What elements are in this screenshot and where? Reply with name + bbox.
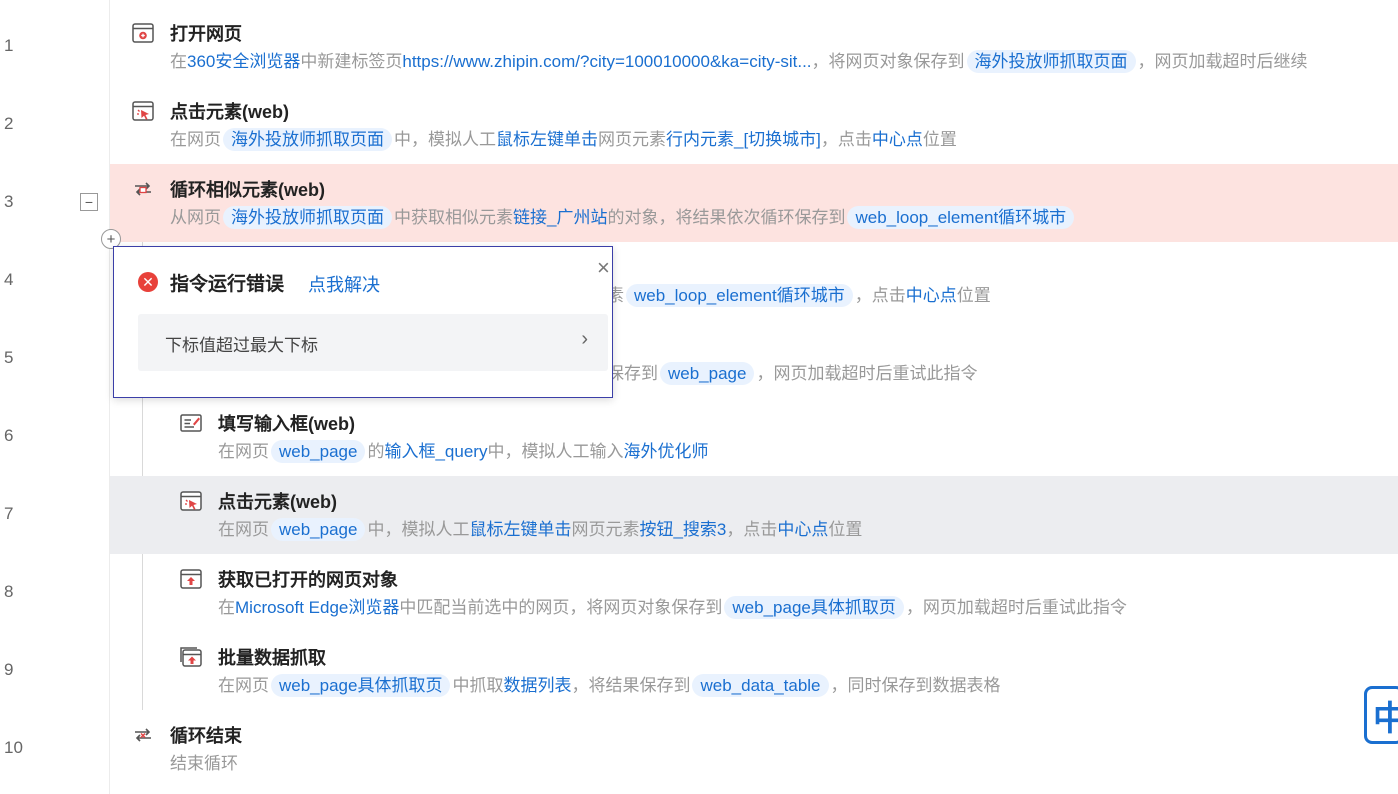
flow-step-loop-end[interactable]: 循环结束 结束循环: [110, 710, 1398, 788]
line-number: 4: [4, 270, 14, 289]
line-number: 3: [4, 192, 14, 211]
error-title: 指令运行错误: [170, 274, 285, 295]
url-param: https://www.zhipin.com/?city=100010000&k…: [402, 52, 812, 71]
variable-chip[interactable]: web_page具体抓取页: [724, 596, 904, 619]
variable-chip[interactable]: web_data_table: [692, 674, 829, 697]
element-param[interactable]: 链接_广州站: [513, 208, 607, 227]
browser-name: Microsoft Edge浏览器: [235, 598, 400, 617]
step-title: 填写输入框(web): [218, 414, 355, 434]
fix-error-link[interactable]: 点我解决: [308, 271, 380, 297]
line-number: 9: [4, 660, 14, 679]
step-title: 批量数据抓取: [218, 648, 326, 668]
line-number: 6: [4, 426, 14, 445]
step-description: 在Microsoft Edge浏览器中匹配当前选中的网页，将网页对象保存到 web…: [218, 596, 1127, 619]
step-title: 获取已打开的网页对象: [218, 570, 398, 590]
variable-chip[interactable]: web_page: [271, 518, 366, 541]
variable-chip[interactable]: 海外投放师抓取页面: [223, 206, 392, 229]
variable-chip[interactable]: web_page具体抓取页: [271, 674, 451, 697]
get-page-icon: [180, 568, 202, 590]
flow-step-batch-scrape[interactable]: 批量数据抓取 在网页 web_page具体抓取页 中抓取数据列表，将结果保存到 web…: [110, 632, 1398, 710]
browser-open-icon: [132, 22, 154, 44]
step-description: 在网页 web_page 中，模拟人工鼠标左键单击网页元素按钮_搜索3，点击中心点位…: [218, 518, 863, 541]
step-title: 循环相似元素(web): [170, 180, 325, 200]
variable-chip[interactable]: 海外投放师抓取页面: [223, 128, 392, 151]
error-message: 下标值超过最大下标: [165, 336, 318, 355]
loop-elements-icon: [132, 178, 154, 200]
step-title: 打开网页: [170, 24, 242, 44]
step-title: 点击元素(web): [218, 492, 337, 512]
step-description: 在360安全浏览器中新建标签页https://www.zhipin.com/?c…: [170, 50, 1308, 73]
element-param[interactable]: 按钮_搜索3: [639, 520, 726, 539]
fill-input-icon: [180, 412, 202, 434]
close-icon[interactable]: ×: [597, 257, 610, 279]
flow-step-open-webpage[interactable]: 打开网页 在360安全浏览器中新建标签页https://www.zhipin.c…: [110, 8, 1398, 86]
step-description: 从网页 海外投放师抓取页面 中获取相似元素链接_广州站的对象，将结果依次循环保存到 w…: [170, 204, 1076, 232]
variable-chip[interactable]: web_loop_element循环城市: [847, 206, 1075, 229]
flow-step-get-opened-page[interactable]: 获取已打开的网页对象 在Microsoft Edge浏览器中匹配当前选中的网页，…: [110, 554, 1398, 632]
variable-chip[interactable]: 海外投放师抓取页面: [966, 50, 1136, 73]
click-element-icon: [180, 490, 202, 512]
flow-step-list: 打开网页 在360安全浏览器中新建标签页https://www.zhipin.c…: [110, 8, 1398, 788]
error-popup: ✕ 指令运行错误 点我解决 × 下标值超过最大下标 ›: [113, 246, 613, 398]
error-detail-item[interactable]: 下标值超过最大下标 ›: [138, 314, 608, 371]
flow-step-click-element[interactable]: 点击元素(web) 在网页 海外投放师抓取页面 中，模拟人工鼠标左键单击网页元素行内…: [110, 86, 1398, 164]
element-param[interactable]: 输入框_query: [384, 442, 487, 461]
error-icon: ✕: [138, 272, 158, 292]
line-number: 8: [4, 582, 14, 601]
collapse-loop-button[interactable]: −: [80, 193, 98, 211]
line-number: 5: [4, 348, 14, 367]
flow-step-click-search[interactable]: 点击元素(web) 在网页 web_page 中，模拟人工鼠标左键单击网页元素按钮_…: [110, 476, 1398, 554]
chevron-right-icon: ›: [581, 328, 588, 350]
variable-chip[interactable]: web_page: [271, 440, 366, 463]
step-description: 结束循环: [170, 754, 238, 773]
line-number: 10: [4, 738, 23, 757]
variable-chip[interactable]: web_loop_element循环城市: [626, 284, 853, 307]
flow-step-loop-similar-elements[interactable]: 循环相似元素(web) 从网页 海外投放师抓取页面 中获取相似元素链接_广州站的对象…: [110, 164, 1398, 242]
variable-chip[interactable]: web_page: [660, 362, 755, 385]
step-title: 循环结束: [170, 726, 242, 746]
step-description: 在网页 海外投放师抓取页面 中，模拟人工鼠标左键单击网页元素行内元素_[切换城市]，…: [170, 128, 957, 151]
click-element-icon: [132, 100, 154, 122]
line-number: 1: [4, 36, 14, 55]
element-param[interactable]: 行内元素_[切换城市]: [666, 130, 821, 149]
element-param[interactable]: 数据列表: [503, 676, 571, 695]
browser-name: 360安全浏览器: [187, 52, 301, 71]
line-number: 2: [4, 114, 14, 133]
step-title: 点击元素(web): [170, 102, 289, 122]
line-number: 7: [4, 504, 14, 523]
step-description: 在网页 web_page具体抓取页 中抓取数据列表，将结果保存到 web_data_t…: [218, 674, 1001, 697]
ime-indicator-badge[interactable]: 中: [1364, 686, 1398, 744]
loop-end-icon: [132, 724, 154, 746]
line-number-gutter: 1 2 3 4 5 6 7 8 9 10: [0, 0, 110, 794]
flow-step-fill-input[interactable]: 填写输入框(web) 在网页 web_page 的输入框_query中，模拟人工输入…: [110, 398, 1398, 476]
batch-scrape-icon: [180, 646, 202, 668]
step-description: 在网页 web_page 的输入框_query中，模拟人工输入海外优化师: [218, 440, 709, 463]
